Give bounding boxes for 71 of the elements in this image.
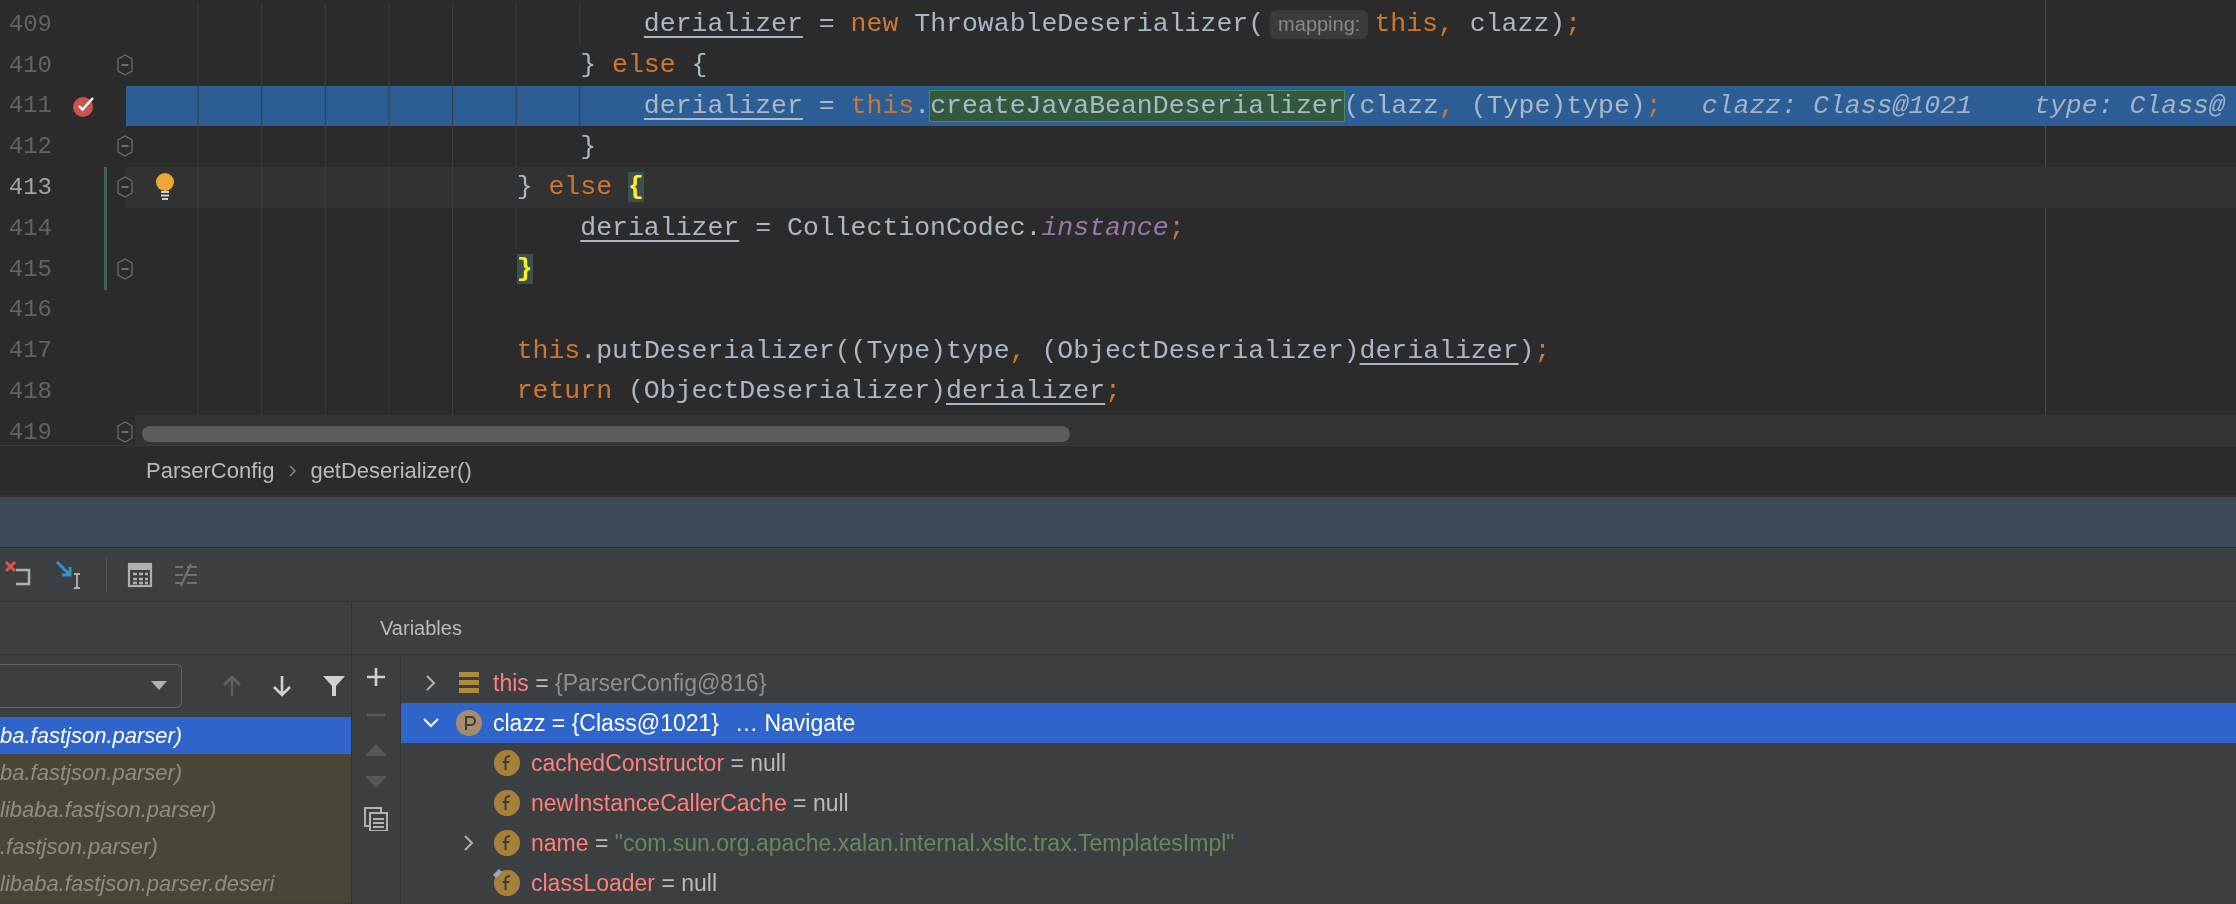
inline-debug-value: type: Class@ [2034,91,2225,121]
copy-icon[interactable] [364,807,388,831]
code-text: this.putDeserializer((Type)type, (ObjectDeserializer)derializer); [516,334,1551,368]
variable-entry[interactable]: classLoader = null [531,869,718,897]
field-icon [493,749,521,777]
breadcrumb[interactable]: getDeserializer() [310,457,472,484]
scrollbar-thumb[interactable] [142,426,1070,442]
code-text: this, clazz); [1374,8,1582,42]
chevron-right-icon [288,464,297,477]
horizontal-scrollbar[interactable] [135,415,2236,445]
add-icon[interactable] [366,667,386,687]
stack-frame[interactable]: libaba.fastjson.parser.deseri [0,865,351,902]
up-arrow-icon[interactable] [222,674,242,698]
tree-row[interactable]: this = {ParserConfig@816} [401,663,2236,703]
variable-entry[interactable]: this = {ParserConfig@816} [493,669,767,697]
field-icon [493,829,521,857]
fold-icon[interactable] [117,176,133,199]
stack-frame[interactable]: ba.fastjson.parser) [0,754,351,791]
inline-debug-value: clazz: Class@1021 [1701,91,1973,121]
stack-frame[interactable]: .fastjson.parser) [0,828,351,865]
tree-row[interactable]: clazz = {Class@1021} … Navigate [401,703,2236,743]
code-text: derializer = CollectionCodec.instance; [580,212,1185,246]
code-text: } else { [580,48,708,82]
tree-row[interactable]: name = "com.sun.org.apache.xalan.internal.xsltc.trax.TemplatesImpl" [401,823,2236,863]
stack-frame[interactable]: libaba.fastjson.parser) [0,791,351,828]
line-number: 417 [7,337,52,365]
code-text: derializer = this.createJavaBeanDeserializer(clazz, (Type)type); [643,89,1662,123]
variable-entry[interactable]: newInstanceCallerCache = null [531,789,849,817]
down-arrow-icon[interactable] [272,674,292,698]
line-number: 410 [7,51,52,79]
line-number: 413 [7,174,52,202]
parameter-icon [455,709,483,737]
triangle-up-icon[interactable] [365,743,387,757]
lightbulb-icon[interactable] [154,172,176,201]
navigate-link[interactable]: … Navigate [735,709,856,737]
code-text: return (ObjectDeserializer)derializer; [516,375,1121,409]
line-number: 415 [7,255,52,283]
tree-row[interactable]: newInstanceCallerCache = null [401,783,2236,823]
list-icon[interactable] [173,561,199,588]
code-text: } else { [516,171,644,205]
line-number: 414 [7,214,52,242]
fold-icon[interactable] [117,257,133,280]
breadcrumb[interactable]: ParserConfig [146,457,275,484]
stack-icon [457,671,481,695]
variable-entry[interactable]: cachedConstructor = null [531,749,787,777]
tree-row[interactable]: classLoader = null [401,863,2236,903]
filter-icon[interactable] [322,674,346,698]
line-number: 416 [7,296,52,324]
line-number: 409 [7,10,52,38]
line-number: 411 [7,92,52,120]
tree-row[interactable]: cachedConstructor = null [401,743,2236,783]
variable-entry[interactable]: name = "com.sun.org.apache.xalan.internal.xsltc.trax.TemplatesImpl" [531,829,1235,857]
calculator-icon[interactable] [127,561,153,588]
thread-dropdown[interactable] [0,664,182,708]
fold-icon[interactable] [117,420,133,443]
code-text: } [580,130,597,164]
triangle-down-icon[interactable] [365,775,387,789]
field-icon [493,789,521,817]
parameter-hint: mapping: [1270,9,1369,39]
fold-icon[interactable] [117,53,133,76]
fold-icon[interactable] [117,135,133,158]
code-text: } [516,252,533,286]
variable-entry[interactable]: clazz = {Class@1021} [493,709,719,737]
field-icon [493,869,521,897]
caret-icon [151,681,167,691]
line-number: 419 [7,418,52,445]
stack-frame[interactable]: ba.fastjson.parser) [0,717,351,754]
code-text: derializer = new ThrowableDeserializer( [643,8,1265,42]
line-number: 418 [7,378,52,406]
panel-title: Variables [380,616,462,640]
line-number: 412 [7,133,52,161]
